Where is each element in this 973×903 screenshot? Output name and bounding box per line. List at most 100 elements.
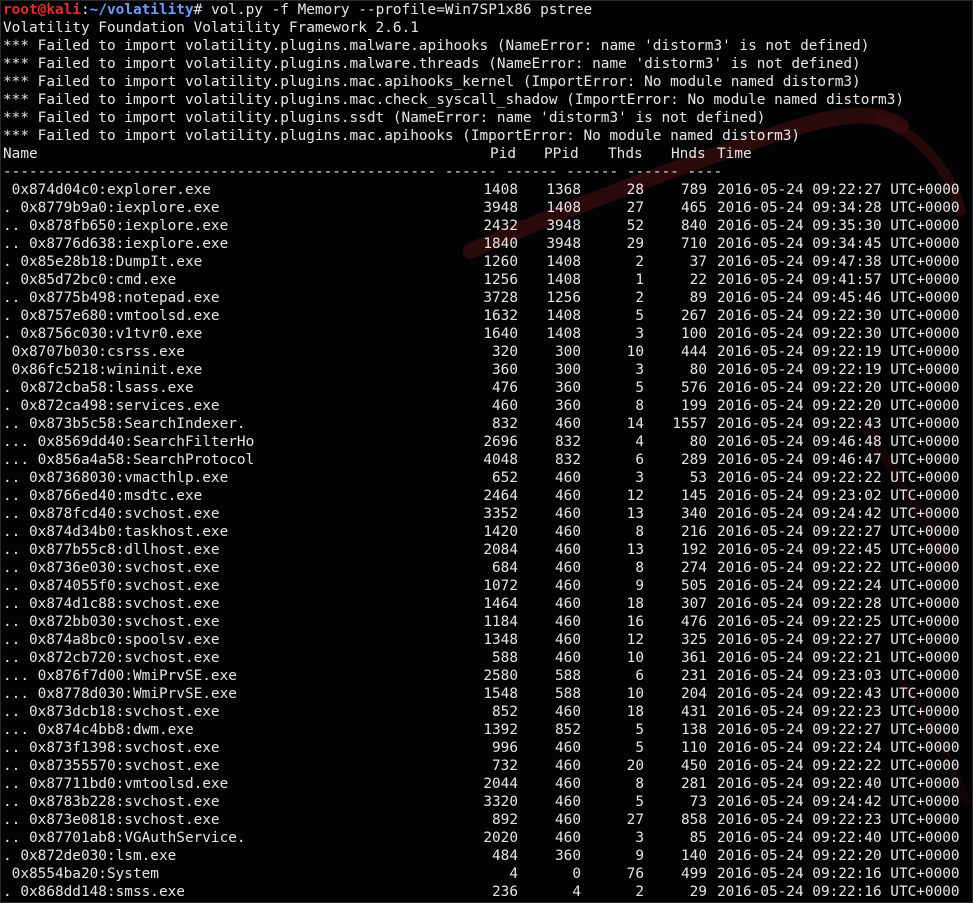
terminal-window[interactable]: root@kali:~/volatility# vol.py -f Memory… [0,0,973,903]
table-separator: ----------------------------------------… [3,164,723,180]
process-pid: 460 [492,398,518,414]
process-pid: 3948 [483,200,518,216]
process-ppid: 1256 [546,290,581,306]
process-ppid: 460 [555,812,581,828]
process-thds: 5 [635,308,644,324]
process-name: 0x874d04c0:explorer.exe [3,182,211,198]
process-pid: 3728 [483,290,518,306]
process-pid: 2464 [483,488,518,504]
process-name: ... 0x856a4a58:SearchProtocol [3,452,255,468]
process-name: . 0x872de030:lsm.exe [3,848,177,864]
process-hnds: 361 [681,650,707,666]
table-row: .. 0x874d34b0:taskhost.exe 1420 460 8 216 201… [3,523,972,541]
process-name: .. 0x872cb720:svchost.exe [3,650,220,666]
header-thds: Thds [608,146,643,162]
process-pid: 3352 [483,506,518,522]
process-thds: 9 [635,578,644,594]
command-line: root@kali:~/volatility# vol.py -f Memory… [3,2,593,18]
table-row: .. 0x8766ed40:msdtc.exe 2464 460 12 145 2016-… [3,487,972,505]
process-hnds: 267 [681,308,707,324]
header-ppid: PPid [544,146,579,162]
process-pid: 1840 [483,236,518,252]
table-row: ... 0x8569dd40:SearchFilterHo 2696 832 4 80 2… [3,433,972,451]
prompt-path: ~/volatility [89,2,194,18]
table-row: ... 0x856a4a58:SearchProtocol 4048 832 6 289… [3,451,972,469]
process-thds: 8 [635,776,644,792]
process-pid: 320 [492,344,518,360]
process-hnds: 576 [681,380,707,396]
process-hnds: 789 [681,182,707,198]
table-row: .. 0x874d1c88:svchost.exe 1464 460 18 307 201… [3,595,972,613]
process-ppid: 0 [572,866,581,882]
prompt-user: root@kali [3,2,81,18]
process-ppid: 832 [555,452,581,468]
process-name: .. 0x873e0818:svchost.exe [3,812,220,828]
process-name: . 0x872ca498:services.exe [3,398,220,414]
process-hnds: 710 [681,236,707,252]
process-ppid: 832 [555,434,581,450]
process-ppid: 460 [555,704,581,720]
process-pid: 1420 [483,524,518,540]
process-time: 2016-05-24 09:22:30 UTC+0000 [717,326,960,342]
table-row: 0x8554ba20:System 4 0 76 499 2016-05-24 09:22… [3,865,972,883]
process-name: . 0x85d72bc0:cmd.exe [3,272,177,288]
table-row: .. 0x874a8bc0:spoolsv.exe 1348 460 12 325 201… [3,631,972,649]
process-time: 2016-05-24 09:35:30 UTC+0000 [717,218,960,234]
process-time: 2016-05-24 09:22:25 UTC+0000 [717,614,960,630]
process-ppid: 460 [555,740,581,756]
table-row: .. 0x874055f0:svchost.exe 1072 460 9 505 2016… [3,577,972,595]
table-row: .. 0x878fcd40:svchost.exe 3352 460 13 340 201… [3,505,972,523]
process-thds: 16 [626,614,644,630]
process-name: 0x8707b030:csrss.exe [3,344,185,360]
process-ppid: 460 [555,758,581,774]
process-thds: 18 [626,596,644,612]
process-time: 2016-05-24 09:22:21 UTC+0000 [717,650,960,666]
table-row: .. 0x873dcb18:svchost.exe 852 460 18 431 2016… [3,703,972,721]
process-ppid: 460 [555,488,581,504]
process-pid: 1632 [483,308,518,324]
process-time: 2016-05-24 09:22:19 UTC+0000 [717,362,960,378]
process-thds: 12 [626,488,644,504]
table-row: .. 0x873e0818:svchost.exe 892 460 27 858 2016… [3,811,972,829]
process-pid: 652 [492,470,518,486]
process-time: 2016-05-24 09:22:22 UTC+0000 [717,758,960,774]
process-pid: 1464 [483,596,518,612]
process-ppid: 1408 [546,326,581,342]
process-thds: 3 [635,830,644,846]
table-row: 0x874d04c0:explorer.exe 1408 1368 28 789 2016… [3,181,972,199]
process-name: .. 0x872bb030:svchost.exe [3,614,220,630]
table-row: .. 0x872cb720:svchost.exe 588 460 10 361 2016… [3,649,972,667]
table-row: ... 0x876f7d00:WmiPrvSE.exe 2580 588 6 231 20… [3,667,972,685]
process-pid: 732 [492,758,518,774]
process-thds: 6 [635,668,644,684]
table-row: .. 0x87355570:svchost.exe 732 460 20 450 2016… [3,757,972,775]
process-hnds: 431 [681,704,707,720]
process-thds: 5 [635,740,644,756]
process-time: 2016-05-24 09:46:48 UTC+0000 [717,434,960,450]
process-thds: 12 [626,632,644,648]
table-row: . 0x8757e680:vmtoolsd.exe 1632 1408 5 267 201… [3,307,972,325]
process-ppid: 360 [555,848,581,864]
process-time: 2016-05-24 09:23:03 UTC+0000 [717,668,960,684]
output-line: *** Failed to import volatility.plugins.… [3,110,766,126]
process-name: . 0x8757e680:vmtoolsd.exe [3,308,220,324]
process-hnds: 499 [681,866,707,882]
process-thds: 52 [626,218,644,234]
process-thds: 9 [635,848,644,864]
process-name: 0x86fc5218:wininit.exe [3,362,203,378]
process-thds: 2 [635,884,644,900]
process-ppid: 460 [555,614,581,630]
process-thds: 10 [626,344,644,360]
process-hnds: 1557 [672,416,707,432]
process-time: 2016-05-24 09:22:28 UTC+0000 [717,596,960,612]
process-ppid: 460 [555,560,581,576]
table-row: . 0x8756c030:v1tvr0.exe 1640 1408 3 100 2016-… [3,325,972,343]
process-pid: 1348 [483,632,518,648]
process-thds: 20 [626,758,644,774]
process-ppid: 460 [555,506,581,522]
table-row: .. 0x873f1398:svchost.exe 996 460 5 110 2016-… [3,739,972,757]
command-text: vol.py -f Memory --profile=Win7SP1x86 ps… [210,2,593,18]
process-time: 2016-05-24 09:22:24 UTC+0000 [717,578,960,594]
process-name: .. 0x8783b228:svchost.exe [3,794,220,810]
process-thds: 3 [635,326,644,342]
